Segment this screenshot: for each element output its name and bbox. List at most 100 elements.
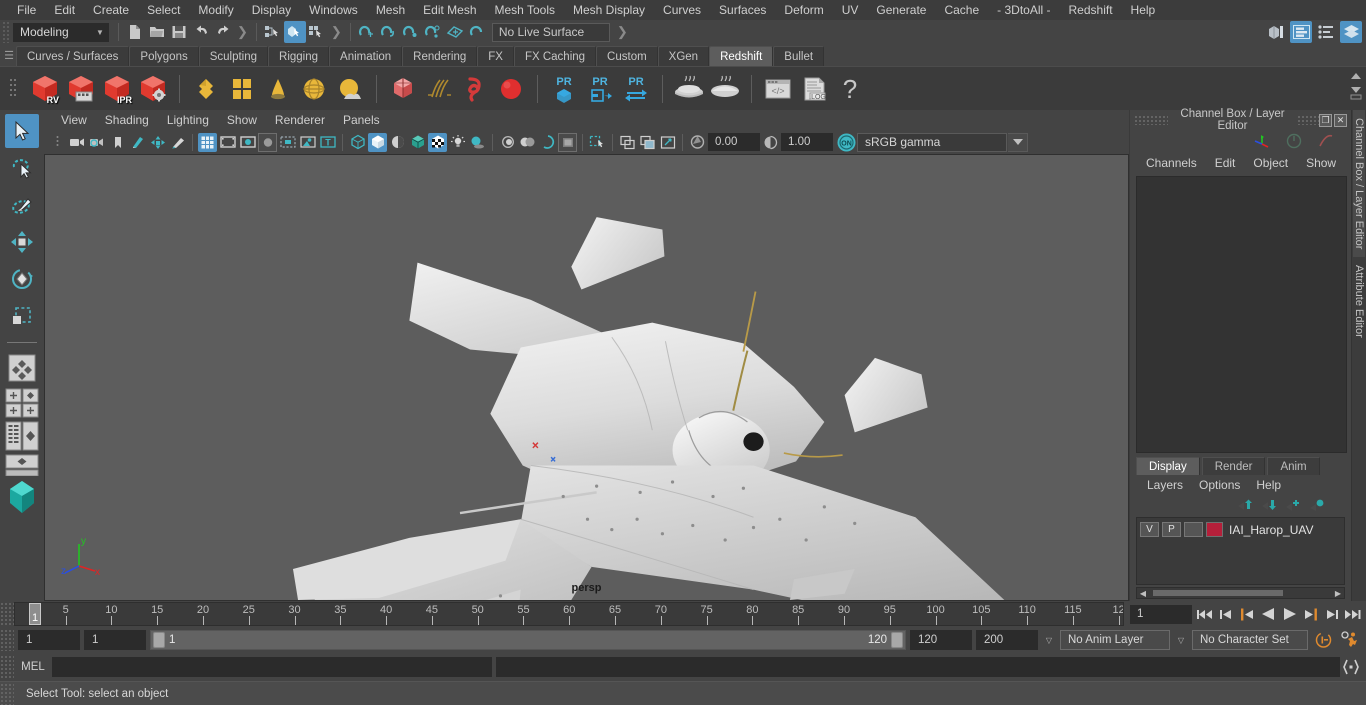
- redshift-sun-light-icon[interactable]: [333, 71, 367, 107]
- smooth-shade-all-icon[interactable]: [368, 132, 387, 152]
- exposure-tool-icon[interactable]: [658, 133, 677, 152]
- viewport-menu-panels[interactable]: Panels: [334, 113, 389, 127]
- next-key-button[interactable]: [1301, 604, 1320, 624]
- viewport-menu-lighting[interactable]: Lighting: [158, 113, 218, 127]
- layer-visibility-toggle[interactable]: V: [1140, 522, 1159, 537]
- open-scene-button[interactable]: [146, 21, 168, 43]
- collapse-bracket-2[interactable]: ❯: [328, 24, 345, 40]
- shelf-tab-custom[interactable]: Custom: [596, 46, 658, 66]
- menu-help[interactable]: Help: [1122, 0, 1165, 20]
- anim-layer-dropdown[interactable]: No Anim Layer: [1060, 630, 1170, 650]
- viewport-menu-renderer[interactable]: Renderer: [266, 113, 334, 127]
- command-input-field[interactable]: [52, 657, 492, 677]
- select-by-object-button[interactable]: [283, 21, 306, 43]
- redshift-bake-all-icon[interactable]: [708, 71, 742, 107]
- menu-select[interactable]: Select: [138, 0, 189, 20]
- save-scene-button[interactable]: [168, 21, 190, 43]
- redshift-volume-icon[interactable]: [458, 71, 492, 107]
- snap-to-grid-button[interactable]: [356, 21, 378, 43]
- channel-menu-channels[interactable]: Channels: [1138, 156, 1205, 170]
- move-tool-button[interactable]: [5, 225, 39, 259]
- paint-select-tool-button[interactable]: [5, 188, 39, 222]
- show-hide-channel-box-button[interactable]: [1340, 21, 1362, 43]
- animation-start-time-field[interactable]: [18, 630, 80, 650]
- wireframe-on-shaded-icon[interactable]: [408, 133, 427, 152]
- menu-surfaces[interactable]: Surfaces: [710, 0, 775, 20]
- bookmark-icon[interactable]: [108, 133, 127, 152]
- screen-space-ao-icon[interactable]: [558, 132, 577, 152]
- layout-presets-group-2[interactable]: [4, 421, 40, 451]
- scroll-left-arrow-icon[interactable]: ◀: [1137, 589, 1149, 598]
- shelf-tab-curves-surfaces[interactable]: Curves / Surfaces: [16, 46, 130, 66]
- snap-to-curve-button[interactable]: [378, 21, 400, 43]
- shelf-tab-redshift[interactable]: Redshift: [709, 46, 774, 66]
- redshift-render-view-icon[interactable]: RV: [28, 71, 62, 107]
- status-line-grip[interactable]: [2, 21, 11, 43]
- side-tab-attribute-editor[interactable]: Attribute Editor: [1353, 257, 1365, 346]
- command-language-label[interactable]: MEL: [14, 661, 52, 673]
- redo-button[interactable]: [212, 21, 234, 43]
- menu-uv[interactable]: UV: [833, 0, 868, 20]
- collapse-bracket-3[interactable]: ❯: [614, 24, 631, 40]
- shelf-tab-bullet[interactable]: Bullet: [773, 46, 825, 66]
- redshift-render-settings-icon[interactable]: [136, 71, 170, 107]
- title-grip-left[interactable]: [1134, 115, 1168, 125]
- layout-preset-single[interactable]: [4, 454, 40, 476]
- redshift-hair-icon[interactable]: [422, 71, 456, 107]
- lasso-tool-button[interactable]: [5, 151, 39, 185]
- layer-tab-display[interactable]: Display: [1136, 457, 1200, 475]
- channel-menu-edit[interactable]: Edit: [1207, 156, 1244, 170]
- step-back-button[interactable]: [1217, 604, 1236, 624]
- film-gate-icon[interactable]: [218, 133, 237, 152]
- range-end-handle[interactable]: [891, 632, 903, 648]
- color-profile-field[interactable]: sRGB gamma: [857, 132, 1007, 152]
- menu-display[interactable]: Display: [243, 0, 300, 20]
- grid-toggle-icon[interactable]: [198, 132, 217, 152]
- scroll-right-arrow-icon[interactable]: ▶: [1332, 589, 1344, 598]
- menu-set-selector[interactable]: Modeling ▼: [13, 22, 109, 42]
- shelf-grip[interactable]: [0, 67, 26, 111]
- menu-edit[interactable]: Edit: [45, 0, 84, 20]
- display-layer-list[interactable]: V P IAI_Harop_UAV: [1136, 517, 1345, 585]
- script-editor-button[interactable]: [1342, 658, 1360, 676]
- undo-button[interactable]: [190, 21, 212, 43]
- exposure-value-field[interactable]: 0.00: [708, 133, 760, 151]
- gamma-contrast-icon[interactable]: [761, 133, 780, 152]
- xray-joints-icon[interactable]: [638, 133, 657, 152]
- shelf-tab-sculpting[interactable]: Sculpting: [198, 46, 269, 66]
- menu-mesh-tools[interactable]: Mesh Tools: [486, 0, 564, 20]
- help-line-grip[interactable]: [0, 682, 14, 705]
- title-grip-right[interactable]: [1297, 115, 1319, 125]
- move-layer-down-icon[interactable]: [1261, 499, 1277, 512]
- menu-mesh-display[interactable]: Mesh Display: [564, 0, 654, 20]
- redshift-sphere-icon[interactable]: [494, 71, 528, 107]
- shelf-tab-rendering[interactable]: Rendering: [402, 46, 478, 66]
- layer-list-horizontal-scrollbar[interactable]: ◀ ▶: [1136, 587, 1345, 599]
- two-d-pan-zoom-icon[interactable]: [148, 133, 167, 152]
- range-start-handle[interactable]: [153, 632, 165, 648]
- gamma-value-field[interactable]: 1.00: [781, 133, 833, 151]
- menu-redshift[interactable]: Redshift: [1060, 0, 1122, 20]
- live-surface-field[interactable]: No Live Surface: [491, 22, 610, 42]
- menu-generate[interactable]: Generate: [867, 0, 935, 20]
- shelf-tab-fx-caching[interactable]: FX Caching: [513, 46, 597, 66]
- go-to-start-button[interactable]: [1196, 604, 1215, 624]
- wireframe-shading-icon[interactable]: [348, 133, 367, 152]
- show-hide-modeling-toolkit-button[interactable]: [1265, 21, 1287, 43]
- redshift-script-editor-icon[interactable]: </>: [761, 71, 795, 107]
- shadows-icon[interactable]: [468, 133, 487, 152]
- snap-to-projected-center-button[interactable]: [422, 21, 444, 43]
- hud-text-icon[interactable]: T: [318, 133, 337, 152]
- redshift-ipr-icon[interactable]: IPR: [100, 71, 134, 107]
- layer-row[interactable]: V P IAI_Harop_UAV: [1140, 521, 1341, 538]
- redshift-bake-icon[interactable]: [672, 71, 706, 107]
- rotate-tool-button[interactable]: [5, 262, 39, 296]
- layer-tab-anim[interactable]: Anim: [1267, 457, 1320, 475]
- anim-layer-dropdown-arrow[interactable]: ▽: [1042, 636, 1056, 645]
- channel-box-content-area[interactable]: [1136, 176, 1347, 453]
- shelf-tab-rigging[interactable]: Rigging: [268, 46, 330, 66]
- layer-name-label[interactable]: IAI_Harop_UAV: [1229, 523, 1314, 537]
- shelf-tab-animation[interactable]: Animation: [329, 46, 403, 66]
- redshift-dome-light-icon[interactable]: [297, 71, 331, 107]
- menu-edit-mesh[interactable]: Edit Mesh: [414, 0, 485, 20]
